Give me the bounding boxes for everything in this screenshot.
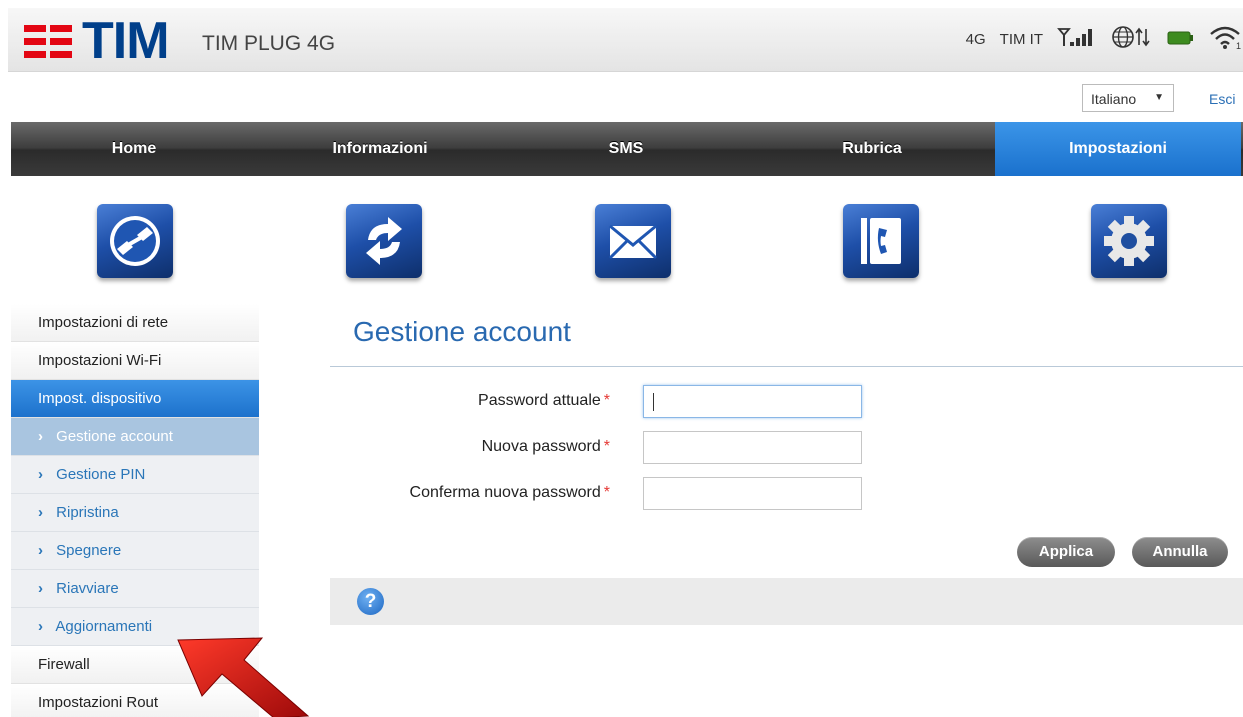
tim-logo-bars-icon: [24, 23, 76, 59]
operator-name: TIM IT: [999, 30, 1043, 48]
field-label-text: Password attuale: [478, 392, 601, 409]
wifi-icon: 1: [1209, 24, 1243, 54]
apply-button[interactable]: Applica: [1017, 537, 1115, 567]
sidebar-item-device[interactable]: Impost. dispositivo: [11, 380, 259, 418]
phonebook-icon[interactable]: [843, 204, 919, 278]
required-mark: *: [603, 438, 610, 455]
help-icon[interactable]: ?: [357, 588, 384, 615]
status-area: 4G TIM IT 1: [966, 26, 1243, 52]
main-nav: Home Informazioni SMS Rubrica Impostazio…: [11, 122, 1243, 176]
chevron-down-icon: ▼: [1154, 92, 1164, 103]
new-password-input[interactable]: [643, 431, 862, 464]
sidebar-subitem-label: Gestione account: [56, 428, 173, 445]
page-title: Gestione account: [353, 316, 571, 347]
confirm-password-input[interactable]: [643, 477, 862, 510]
help-bar: ?: [330, 578, 1243, 625]
brand-name: TIM: [82, 12, 170, 70]
sidebar-subitem-shutdown[interactable]: › Spegnere: [11, 532, 259, 570]
required-mark: *: [603, 484, 610, 501]
nav-impostazioni[interactable]: Impostazioni: [995, 122, 1241, 176]
chevron-right-icon: ›: [38, 504, 43, 521]
logout-link[interactable]: Esci: [1209, 91, 1235, 107]
current-password-label: Password attuale *: [310, 392, 610, 410]
sidebar-subitem-label: Gestione PIN: [56, 466, 146, 483]
cancel-button[interactable]: Annulla: [1132, 537, 1228, 567]
svg-text:1: 1: [1236, 41, 1241, 50]
signal-icon: [1057, 26, 1097, 52]
new-password-label: Nuova password *: [310, 438, 610, 456]
network-type: 4G: [965, 30, 986, 48]
field-label-text: Conferma nuova password: [409, 484, 601, 501]
sidebar-subitem-label: Aggiornamenti: [55, 618, 153, 635]
sidebar-subitem-reboot[interactable]: › Riavviare: [11, 570, 259, 608]
envelope-icon[interactable]: [595, 204, 671, 278]
sidebar-subitem-label: Riavviare: [56, 580, 119, 597]
chevron-right-icon: ›: [38, 466, 43, 483]
red-arrow-annotation: [170, 630, 310, 717]
refresh-icon[interactable]: [346, 204, 422, 278]
required-mark: *: [603, 392, 610, 409]
title-divider: [330, 366, 1243, 367]
language-row: Italiano ▼ Esci: [0, 78, 1243, 114]
router-admin-page: TIM TIM PLUG 4G 4G TIM IT 1 Italiano ▼ E…: [0, 0, 1243, 717]
language-select[interactable]: Italiano ▼: [1082, 84, 1174, 112]
sidebar-subitem-reset[interactable]: › Ripristina: [11, 494, 259, 532]
nav-informazioni[interactable]: Informazioni: [257, 122, 503, 176]
nav-rubrica[interactable]: Rubrica: [749, 122, 995, 176]
chevron-right-icon: ›: [38, 542, 43, 559]
chevron-right-icon: ›: [38, 428, 43, 445]
field-label-text: Nuova password: [481, 438, 601, 455]
current-password-input[interactable]: [643, 385, 862, 418]
text-cursor: [653, 393, 654, 411]
header-bar: TIM TIM PLUG 4G 4G TIM IT 1: [8, 8, 1243, 72]
sidebar-item-wifi[interactable]: Impostazioni Wi-Fi: [11, 342, 259, 380]
sidebar-subitem-account[interactable]: › Gestione account: [11, 418, 259, 456]
sidebar-subitem-label: Spegnere: [56, 542, 122, 559]
chevron-right-icon: ›: [38, 618, 43, 635]
language-selected: Italiano: [1091, 91, 1137, 107]
chevron-right-icon: ›: [38, 580, 43, 597]
sidebar-subitem-label: Ripristina: [56, 504, 119, 521]
nav-home[interactable]: Home: [11, 122, 257, 176]
confirm-password-label: Conferma nuova password *: [310, 484, 610, 502]
battery-icon: [1165, 27, 1195, 51]
nav-sms[interactable]: SMS: [503, 122, 749, 176]
product-name: TIM PLUG 4G: [202, 32, 336, 55]
sidebar-subitem-pin[interactable]: › Gestione PIN: [11, 456, 259, 494]
sidebar-item-network[interactable]: Impostazioni di rete: [11, 304, 259, 342]
gear-icon[interactable]: [1091, 204, 1167, 278]
connection-icon[interactable]: [97, 204, 173, 278]
globe-data-icon: [1111, 25, 1151, 53]
